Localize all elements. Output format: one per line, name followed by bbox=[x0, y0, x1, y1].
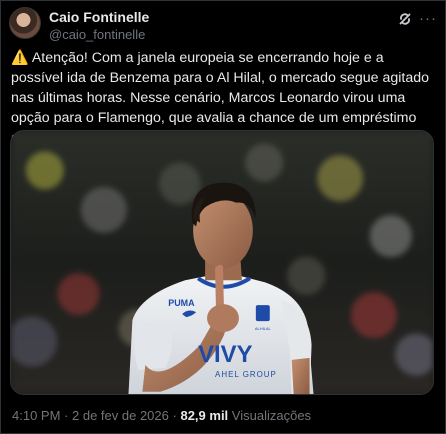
player-photo: ALHILAL PUMA VIVY AHEL GROUP bbox=[128, 182, 314, 394]
meta-separator-2: · bbox=[172, 408, 177, 423]
jersey-sponsor-subtext: AHEL GROUP bbox=[215, 370, 277, 379]
avatar[interactable] bbox=[9, 7, 41, 39]
tweet-card: Caio Fontinelle @caio_fontinelle ··· ⚠️ … bbox=[0, 0, 446, 434]
jersey-sponsor-text: VIVY bbox=[198, 341, 252, 368]
grok-icon[interactable] bbox=[397, 11, 413, 27]
tweet-time[interactable]: 4:10 PM bbox=[12, 408, 60, 423]
tweet-date[interactable]: 2 de fev de 2026 bbox=[72, 408, 169, 423]
tweet-meta: 4:10 PM · 2 de fev de 2026 · 82,9 mil Vi… bbox=[12, 408, 311, 423]
author-handle[interactable]: @caio_fontinelle bbox=[49, 26, 149, 43]
author-names[interactable]: Caio Fontinelle @caio_fontinelle bbox=[49, 9, 149, 43]
svg-text:ALHILAL: ALHILAL bbox=[255, 326, 272, 331]
warning-emoji: ⚠️ bbox=[11, 50, 29, 66]
svg-text:PUMA: PUMA bbox=[168, 298, 195, 308]
tweet-media-image[interactable]: ALHILAL PUMA VIVY AHEL GROUP bbox=[10, 130, 434, 395]
views-count: 82,9 mil bbox=[180, 408, 229, 423]
more-options-icon[interactable]: ··· bbox=[419, 11, 436, 27]
tweet-header: Caio Fontinelle @caio_fontinelle ··· bbox=[9, 7, 437, 43]
author-display-name[interactable]: Caio Fontinelle bbox=[49, 9, 149, 26]
views-label: Visualizações bbox=[231, 408, 312, 423]
meta-separator: · bbox=[64, 408, 69, 423]
